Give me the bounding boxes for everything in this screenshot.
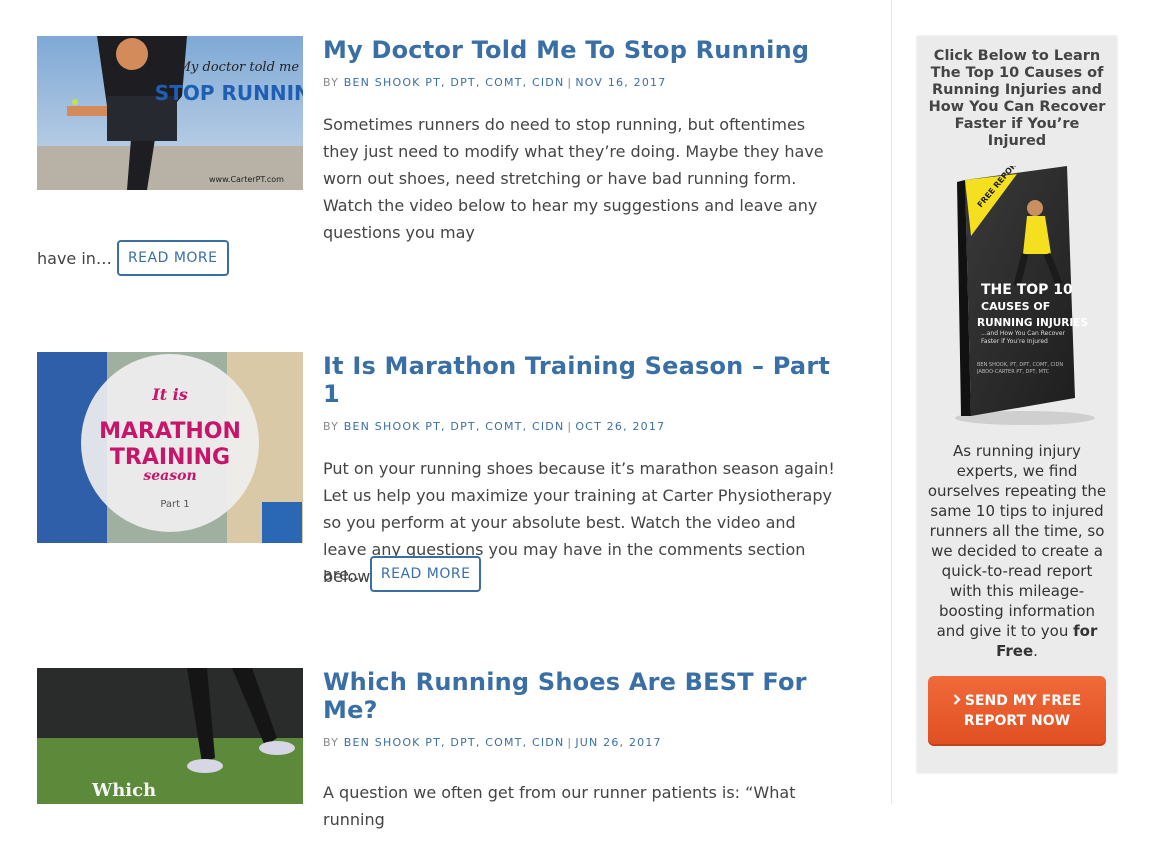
post-thumbnail[interactable]: Which <box>37 668 303 804</box>
excerpt-tail: have in… <box>37 248 112 268</box>
thumb-caption-1: My doctor told me to <box>177 60 303 75</box>
post-item: It is MARATHON TRAINING season Part 1 It… <box>37 352 837 602</box>
sidebar-body-end: . <box>1033 642 1038 660</box>
meta-separator: | <box>567 420 573 433</box>
runner-photo: My doctor told me to STOP RUNNING www.Ca… <box>37 36 303 190</box>
send-free-report-label: SEND MY FREE REPORT NOW <box>963 693 1082 729</box>
author-link[interactable]: BEN SHOOK PT, DPT, COMT, CIDN <box>344 420 565 433</box>
book-title-2: CAUSES OF <box>981 300 1050 313</box>
post-title[interactable]: Which Running Shoes Are BEST For Me? <box>323 668 837 724</box>
post-title[interactable]: My Doctor Told Me To Stop Running <box>323 36 837 64</box>
thumb-caption-4: season <box>143 468 196 484</box>
thumb-caption-2: STOP RUNNING <box>155 81 303 105</box>
book-title-1: THE TOP 10 <box>981 282 1073 298</box>
read-more-button[interactable]: READ MORE <box>369 556 482 592</box>
post-content: Which Running Shoes Are BEST For Me? BY … <box>323 668 837 849</box>
excerpt-tail-row: have in… READ MORE <box>37 240 229 276</box>
post-meta: BY BEN SHOOK PT, DPT, COMT, CIDN | JUN 26,… <box>323 736 837 749</box>
excerpt-tail-row: are… READ MORE <box>323 556 482 592</box>
read-more-button[interactable]: READ MORE <box>116 240 229 276</box>
post-item: My doctor told me to STOP RUNNING www.Ca… <box>37 36 837 276</box>
thumb-caption-2: MARATHON <box>99 419 241 444</box>
thumb-caption-1: It is <box>151 385 188 404</box>
book-subtitle: ...and How You Can Recover Faster if You… <box>981 330 1066 345</box>
post-meta: BY BEN SHOOK PT, DPT, COMT, CIDN | OCT 26,… <box>323 420 837 433</box>
book-authors: BEN SHOOK, PT, DPT, COMT, CIDN JABOO-CAR… <box>977 362 1064 375</box>
post-meta: BY BEN SHOOK PT, DPT, COMT, CIDN | NOV 16,… <box>323 76 837 89</box>
post-date: JUN 26, 2017 <box>575 736 662 749</box>
book-title-3: RUNNING INJURIES <box>977 317 1088 329</box>
send-free-report-button[interactable]: SEND MY FREE REPORT NOW <box>928 676 1106 746</box>
post-item: Which Which Running Shoes Are BEST For M… <box>37 668 837 829</box>
author-link[interactable]: BEN SHOOK PT, DPT, COMT, CIDN <box>344 76 565 89</box>
sidebar-heading: Click Below to Learn The Top 10 Causes o… <box>928 48 1106 149</box>
meta-separator: | <box>567 76 573 89</box>
byline-prefix: BY <box>323 736 340 749</box>
post-thumbnail[interactable]: My doctor told me to STOP RUNNING www.Ca… <box>37 36 303 190</box>
marathon-photo: It is MARATHON TRAINING season Part 1 <box>37 352 303 543</box>
byline-prefix: BY <box>323 420 340 433</box>
excerpt-tail: are… <box>323 564 365 584</box>
sidebar-body-text: As running injury experts, we find ourse… <box>927 442 1107 640</box>
post-thumbnail[interactable]: It is MARATHON TRAINING season Part 1 <box>37 352 303 543</box>
thumb-url: www.CarterPT.com <box>209 175 284 184</box>
post-excerpt: Sometimes runners do need to stop runnin… <box>323 115 824 242</box>
author-link[interactable]: BEN SHOOK PT, DPT, COMT, CIDN <box>344 736 565 749</box>
report-book-image[interactable]: FREE REPORT THE TOP 10 CAUSES OF RUNNING… <box>947 156 1102 426</box>
post-excerpt: A question we often get from our runner … <box>323 783 796 829</box>
column-divider <box>891 0 892 804</box>
post-date: OCT 26, 2017 <box>575 420 666 433</box>
post-date: NOV 16, 2017 <box>575 76 667 89</box>
post-title[interactable]: It Is Marathon Training Season – Part 1 <box>323 352 837 408</box>
sidebar-description: As running injury experts, we find ourse… <box>927 441 1107 661</box>
thumb-caption-5: Part 1 <box>160 499 189 510</box>
thumb-caption-3: TRAINING <box>110 445 230 470</box>
byline-prefix: BY <box>323 76 340 89</box>
thumb-caption-1: Which <box>91 780 156 801</box>
post-content: My Doctor Told Me To Stop Running BY BEN… <box>323 36 837 262</box>
book-cover-icon: FREE REPORT THE TOP 10 CAUSES OF RUNNING… <box>955 156 1095 425</box>
post-list: My doctor told me to STOP RUNNING www.Ca… <box>0 0 891 829</box>
chevron-right-icon <box>953 691 961 711</box>
sidebar-optin-widget: Click Below to Learn The Top 10 Causes o… <box>917 36 1117 773</box>
meta-separator: | <box>567 736 573 749</box>
shoes-photo: Which <box>37 668 303 804</box>
